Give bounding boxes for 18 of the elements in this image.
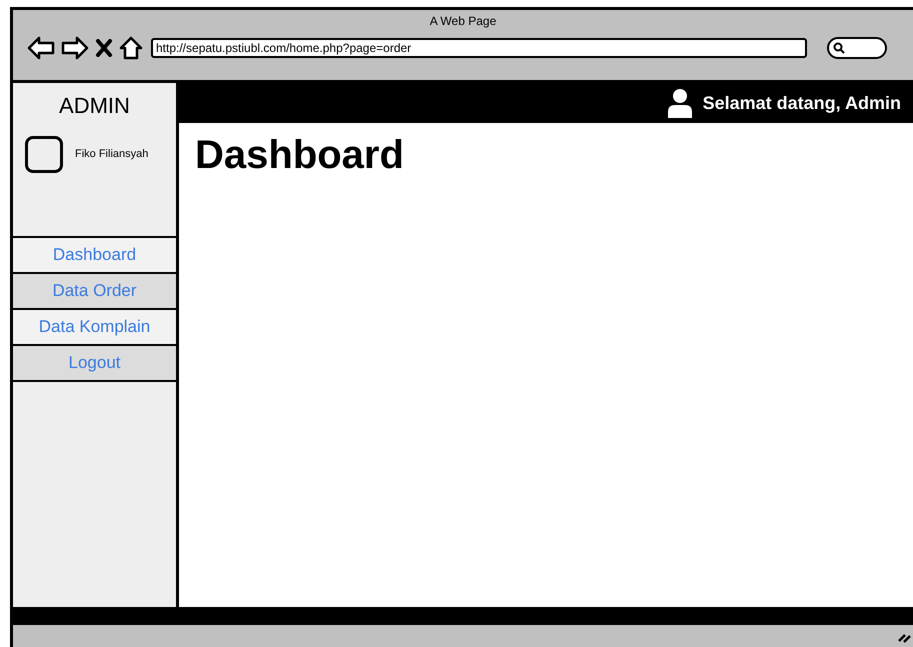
home-icon[interactable]	[119, 36, 143, 60]
back-icon[interactable]	[27, 36, 55, 60]
search-icon	[833, 42, 845, 54]
page-heading: Dashboard	[195, 135, 405, 175]
window-title: A Web Page	[428, 13, 498, 30]
menu-item[interactable]: Dashboard	[13, 238, 176, 274]
address-field[interactable]: http://sepatu.pstiubl.com/home.php?page=order	[151, 38, 807, 58]
menu-item[interactable]: Logout	[13, 346, 176, 382]
user-name: Fiko Filiansyah	[75, 147, 148, 162]
menu-item[interactable]: Data Order	[13, 274, 176, 310]
avatar-placeholder	[25, 136, 63, 173]
search-field[interactable]	[827, 37, 887, 59]
close-icon[interactable]	[95, 38, 113, 58]
menu-item[interactable]: Data Komplain	[13, 310, 176, 346]
forward-icon[interactable]	[61, 36, 89, 60]
welcome-text: Selamat datang, Admin	[702, 92, 901, 115]
user-icon	[666, 88, 693, 118]
sidebar-title: ADMIN	[58, 92, 131, 120]
